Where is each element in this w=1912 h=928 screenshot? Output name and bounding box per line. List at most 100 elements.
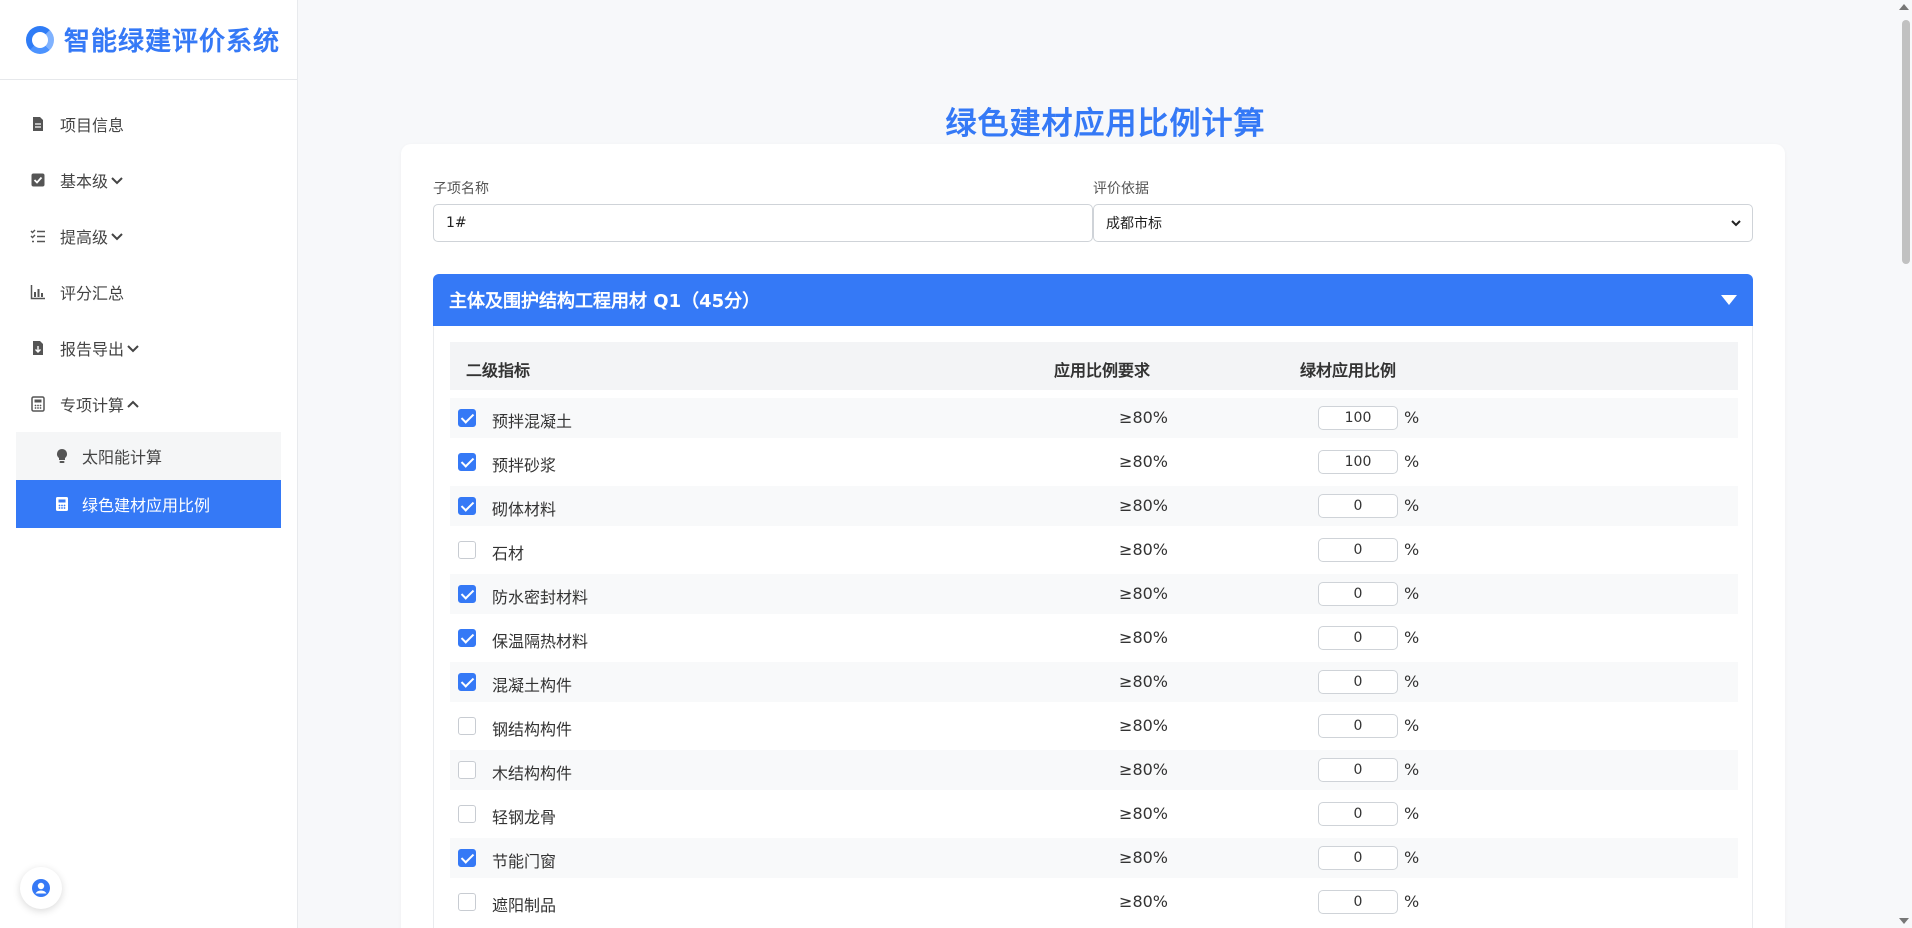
section-header-q1[interactable]: 主体及围护结构工程用材 Q1（45分） xyxy=(433,274,1753,326)
table-row: 木结构构件 ≥80% 0% xyxy=(450,750,1738,790)
chevron-down-icon xyxy=(110,173,124,187)
row-checkbox[interactable] xyxy=(458,761,476,779)
sidebar-item-special-calc[interactable]: 专项计算 xyxy=(0,376,297,432)
green-ratio-input[interactable]: 100 xyxy=(1318,406,1398,430)
material-name: 预拌砂浆 xyxy=(492,456,557,475)
percent-sign: % xyxy=(1404,672,1420,691)
checkbox-icon xyxy=(30,172,46,188)
evaluation-basis-select[interactable]: 成都市标 xyxy=(1093,204,1753,242)
row-checkbox[interactable] xyxy=(458,409,476,427)
green-ratio-input[interactable]: 0 xyxy=(1318,538,1398,562)
brand: 智能绿建评价系统 xyxy=(0,0,297,80)
page-title: 绿色建材应用比例计算 xyxy=(945,106,1266,142)
sidebar-item-advanced-level[interactable]: 提高级 xyxy=(0,208,297,264)
sidebar-nav: 项目信息 基本级 提高级 评分汇总 报告导出 专项计算 太阳能计算 绿色建材应用… xyxy=(0,80,297,528)
chevron-down-icon xyxy=(110,229,124,243)
row-checkbox[interactable] xyxy=(458,497,476,515)
form-card: 子项名称 1# 评价依据 成都市标 主体及围护结构工程用材 Q1（45分） 二级… xyxy=(401,144,1785,928)
bar-chart-icon xyxy=(30,284,46,300)
row-checkbox[interactable] xyxy=(458,849,476,867)
green-ratio-input[interactable]: 0 xyxy=(1318,890,1398,914)
chevron-up-icon xyxy=(126,397,140,411)
sidebar-item-label: 专项计算 xyxy=(60,396,125,415)
header-requirement: 应用比例要求 xyxy=(1054,361,1151,380)
sidebar-subitem-solar-calc[interactable]: 太阳能计算 xyxy=(16,432,281,480)
caret-down-icon xyxy=(1721,295,1737,305)
table-row: 混凝土构件 ≥80% 0% xyxy=(450,662,1738,702)
material-name: 保温隔热材料 xyxy=(492,632,589,651)
calculator-icon xyxy=(30,396,46,412)
app-title: 智能绿建评价系统 xyxy=(64,27,281,57)
scrollbar-thumb[interactable] xyxy=(1902,20,1910,264)
ratio-requirement: ≥80% xyxy=(1119,760,1168,779)
row-checkbox[interactable] xyxy=(458,893,476,911)
percent-sign: % xyxy=(1404,628,1420,647)
sidebar-item-label: 报告导出 xyxy=(60,340,125,359)
material-name: 防水密封材料 xyxy=(492,588,589,607)
evaluation-basis-label: 评价依据 xyxy=(1093,181,1149,197)
sidebar-item-label: 提高级 xyxy=(60,228,109,247)
percent-sign: % xyxy=(1404,584,1420,603)
percent-sign: % xyxy=(1404,892,1420,911)
sidebar-subitem-green-material-ratio[interactable]: 绿色建材应用比例 xyxy=(16,480,281,528)
ratio-requirement: ≥80% xyxy=(1119,804,1168,823)
subitem-name-label: 子项名称 xyxy=(433,181,489,197)
calculator-icon xyxy=(54,496,70,512)
user-icon xyxy=(32,879,50,897)
percent-sign: % xyxy=(1404,848,1420,867)
material-name: 砌体材料 xyxy=(492,500,557,519)
sidebar-subitem-label: 绿色建材应用比例 xyxy=(82,496,211,515)
row-checkbox[interactable] xyxy=(458,453,476,471)
file-export-icon xyxy=(30,340,46,356)
ratio-requirement: ≥80% xyxy=(1119,892,1168,911)
sidebar-item-score-summary[interactable]: 评分汇总 xyxy=(0,264,297,320)
lightbulb-icon xyxy=(54,448,70,464)
materials-table: 二级指标 应用比例要求 绿材应用比例 预拌混凝土 ≥80% 100% 预拌砂浆 ≥80%… xyxy=(433,326,1753,928)
row-checkbox[interactable] xyxy=(458,805,476,823)
table-row: 预拌砂浆 ≥80% 100% xyxy=(450,442,1738,482)
table-row: 保温隔热材料 ≥80% 0% xyxy=(450,618,1738,658)
material-name: 节能门窗 xyxy=(492,852,557,871)
green-ratio-input[interactable]: 0 xyxy=(1318,670,1398,694)
row-checkbox[interactable] xyxy=(458,541,476,559)
row-checkbox[interactable] xyxy=(458,629,476,647)
percent-sign: % xyxy=(1404,540,1420,559)
row-checkbox[interactable] xyxy=(458,717,476,735)
table-row: 防水密封材料 ≥80% 0% xyxy=(450,574,1738,614)
green-ratio-input[interactable]: 0 xyxy=(1318,714,1398,738)
percent-sign: % xyxy=(1404,804,1420,823)
row-checkbox[interactable] xyxy=(458,673,476,691)
sidebar-item-report-export[interactable]: 报告导出 xyxy=(0,320,297,376)
percent-sign: % xyxy=(1404,760,1420,779)
scroll-down-arrow[interactable] xyxy=(1899,918,1909,924)
chevron-down-icon xyxy=(1730,217,1742,233)
sidebar-item-basic-level[interactable]: 基本级 xyxy=(0,152,297,208)
sidebar-item-label: 评分汇总 xyxy=(60,284,125,303)
sidebar-subitem-label: 太阳能计算 xyxy=(82,448,163,467)
row-checkbox[interactable] xyxy=(458,585,476,603)
material-name: 混凝土构件 xyxy=(492,676,573,695)
table-body: 预拌混凝土 ≥80% 100% 预拌砂浆 ≥80% 100% 砌体材料 ≥80% 0% 石材 ≥80… xyxy=(450,398,1738,926)
ratio-requirement: ≥80% xyxy=(1119,848,1168,867)
user-avatar-button[interactable] xyxy=(20,867,62,909)
main-content: 绿色建材应用比例计算 子项名称 1# 评价依据 成都市标 主体及围护结构工程用材… xyxy=(299,0,1912,928)
subitem-name-input[interactable]: 1# xyxy=(433,204,1093,242)
green-ratio-input[interactable]: 100 xyxy=(1318,450,1398,474)
table-row: 节能门窗 ≥80% 0% xyxy=(450,838,1738,878)
scroll-up-arrow[interactable] xyxy=(1899,4,1909,10)
chevron-down-icon xyxy=(126,341,140,355)
green-ratio-input[interactable]: 0 xyxy=(1318,626,1398,650)
material-name: 预拌混凝土 xyxy=(492,412,573,431)
material-name: 遮阳制品 xyxy=(492,896,557,915)
green-ratio-input[interactable]: 0 xyxy=(1318,846,1398,870)
green-ratio-input[interactable]: 0 xyxy=(1318,494,1398,518)
ratio-requirement: ≥80% xyxy=(1119,540,1168,559)
material-name: 钢结构构件 xyxy=(492,720,573,739)
green-ratio-input[interactable]: 0 xyxy=(1318,802,1398,826)
green-ratio-input[interactable]: 0 xyxy=(1318,758,1398,782)
ratio-requirement: ≥80% xyxy=(1119,408,1168,427)
ratio-requirement: ≥80% xyxy=(1119,628,1168,647)
sidebar-item-project-info[interactable]: 项目信息 xyxy=(0,96,297,152)
green-ratio-input[interactable]: 0 xyxy=(1318,582,1398,606)
file-icon xyxy=(30,116,46,132)
